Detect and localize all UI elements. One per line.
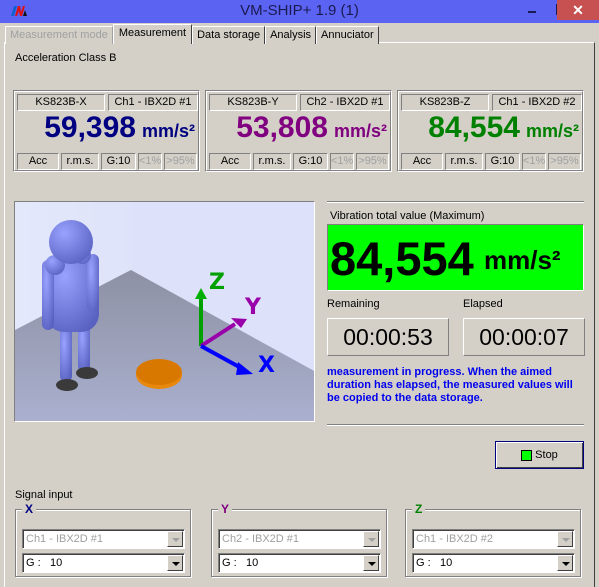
remaining-label: Remaining bbox=[327, 298, 380, 310]
axis-label-x: X bbox=[258, 353, 275, 378]
axis-label-y: Y bbox=[244, 295, 262, 320]
tab-measurement-mode[interactable]: Measurement mode bbox=[5, 26, 113, 44]
sensor-value: 53,808 mm/s² bbox=[236, 111, 387, 144]
remaining-time: 00:00:53 bbox=[327, 318, 449, 356]
sensor-mode: r.m.s. bbox=[445, 153, 483, 170]
divider bbox=[327, 424, 584, 426]
sensor-panel-z: KS823B-Z Ch1 - IBX2D #2 84,554 mm/s² Acc … bbox=[397, 90, 584, 172]
sensor-low-indicator: <1% bbox=[138, 153, 162, 170]
chevron-down-icon[interactable] bbox=[363, 555, 379, 571]
close-icon: ✕ bbox=[572, 2, 584, 18]
sensor-mode: r.m.s. bbox=[253, 153, 291, 170]
signal-group-y: Y Ch2 - IBX2D #1 G :10 bbox=[211, 502, 387, 577]
sensor-panel-y: KS823B-Y Ch2 - IBX2D #1 53,808 mm/s² Acc … bbox=[205, 90, 392, 172]
total-unit: mm/s² bbox=[484, 245, 561, 275]
elapsed-label: Elapsed bbox=[463, 298, 503, 310]
chevron-down-icon[interactable] bbox=[557, 555, 573, 571]
tab-bar: Measurement mode Measurement Data storag… bbox=[5, 24, 379, 44]
window-title: VM-SHIP+ 1.9 (1) bbox=[240, 2, 359, 19]
channel-select[interactable]: Ch2 - IBX2D #1 bbox=[218, 529, 381, 549]
minimize-button[interactable] bbox=[517, 0, 547, 20]
chevron-down-icon[interactable] bbox=[167, 555, 183, 571]
gain-select[interactable]: G :10 bbox=[218, 553, 381, 573]
channel-select[interactable]: Ch1 - IBX2D #2 bbox=[412, 529, 575, 549]
sensor-gain: G:10 bbox=[101, 153, 136, 170]
sensor-name: KS823B-Y bbox=[209, 94, 297, 111]
chevron-down-icon[interactable] bbox=[363, 531, 379, 547]
sensor-panel-x: KS823B-X Ch1 - IBX2D #1 59,398 mm/s² Acc … bbox=[13, 90, 200, 172]
gain-select[interactable]: G :10 bbox=[22, 553, 185, 573]
tab-analysis[interactable]: Analysis bbox=[265, 26, 317, 44]
gain-select[interactable]: G :10 bbox=[412, 553, 575, 573]
sensor-type: Acc bbox=[401, 153, 443, 170]
sensor-type: Acc bbox=[17, 153, 59, 170]
close-button[interactable]: ✕ bbox=[557, 0, 599, 20]
stop-button[interactable]: Stop bbox=[495, 441, 584, 469]
chevron-down-icon[interactable] bbox=[167, 531, 183, 547]
divider bbox=[327, 201, 584, 203]
signal-group-z: Z Ch1 - IBX2D #2 G :10 bbox=[405, 502, 581, 577]
sensor-gain: G:10 bbox=[485, 153, 520, 170]
tab-annuciator[interactable]: Annuciator bbox=[316, 26, 379, 44]
status-message: measurement in progress. When the aimed … bbox=[327, 366, 573, 404]
channel-select[interactable]: Ch1 - IBX2D #1 bbox=[22, 529, 185, 549]
sensor-low-indicator: <1% bbox=[330, 153, 354, 170]
sensor-name: KS823B-Z bbox=[401, 94, 489, 111]
sensor-orientation-view: Z Y X bbox=[14, 201, 315, 422]
group-legend: Z bbox=[412, 502, 426, 516]
group-legend: Y bbox=[218, 502, 233, 516]
signal-input-label: Signal input bbox=[15, 489, 73, 501]
axis-label-z: Z bbox=[209, 270, 225, 295]
sensor-type: Acc bbox=[209, 153, 251, 170]
group-legend: X bbox=[22, 502, 37, 516]
sensor-channel: Ch1 - IBX2D #1 bbox=[108, 94, 198, 111]
total-value-display: 84,554 mm/s² bbox=[327, 224, 584, 291]
stop-button-label: Stop bbox=[535, 449, 558, 461]
sensor-high-indicator: >95% bbox=[164, 153, 197, 170]
elapsed-time: 00:00:07 bbox=[463, 318, 585, 356]
sensor-low-indicator: <1% bbox=[522, 153, 546, 170]
sensor-channel: Ch2 - IBX2D #1 bbox=[300, 94, 390, 111]
chevron-down-icon[interactable] bbox=[557, 531, 573, 547]
sensor-value: 84,554 mm/s² bbox=[428, 111, 579, 144]
sensor-value: 59,398 mm/s² bbox=[44, 111, 195, 144]
tab-measurement[interactable]: Measurement bbox=[112, 24, 193, 44]
sensor-high-indicator: >95% bbox=[548, 153, 581, 170]
title-bar: VM-SHIP+ 1.9 (1) ✕ bbox=[0, 0, 599, 23]
total-value-label: Vibration total value (Maximum) bbox=[330, 210, 485, 222]
class-label: Acceleration Class B bbox=[15, 52, 117, 64]
sensor-mode: r.m.s. bbox=[61, 153, 99, 170]
tab-data-storage[interactable]: Data storage bbox=[192, 26, 266, 44]
signal-group-x: X Ch1 - IBX2D #1 G :10 bbox=[15, 502, 191, 577]
sensor-name: KS823B-X bbox=[17, 94, 105, 111]
status-led-icon bbox=[521, 449, 533, 461]
sensor-channel: Ch1 - IBX2D #2 bbox=[492, 94, 582, 111]
sensor-gain: G:10 bbox=[293, 153, 328, 170]
total-value: 84,554 bbox=[330, 232, 474, 285]
sensor-high-indicator: >95% bbox=[356, 153, 389, 170]
